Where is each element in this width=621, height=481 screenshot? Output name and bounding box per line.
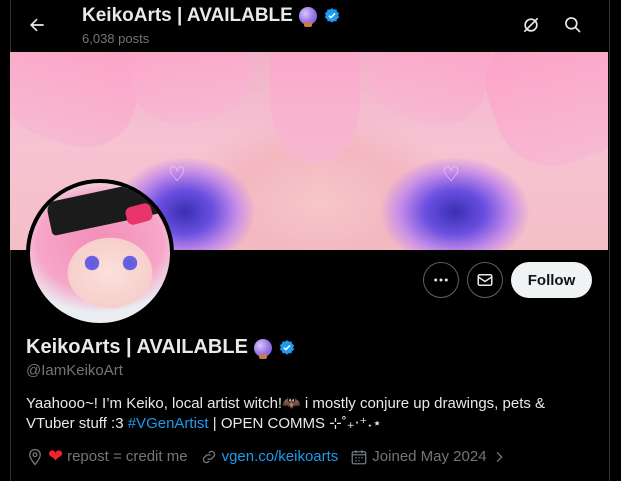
orb-icon (253, 338, 272, 359)
profile-handle: @IamKeikoArt (26, 362, 123, 379)
header-title-row: KeikoArts | AVAILABLE (82, 5, 341, 27)
right-eye-heart: ♡ (442, 164, 460, 186)
search-icon (565, 17, 581, 33)
hashtag-link[interactable]: #VGenArtist (128, 415, 209, 432)
verified-icon[interactable] (278, 339, 296, 357)
location-icon (29, 448, 41, 466)
verified-icon (324, 8, 339, 23)
search-button[interactable] (556, 8, 590, 42)
back-button[interactable] (20, 8, 54, 42)
joined-item: Joined May 2024 (350, 448, 506, 466)
bio-text: VTuber stuff :3 (26, 415, 128, 432)
more-icon (434, 278, 448, 282)
profile-name: KeikoArts | AVAILABLE (26, 336, 248, 358)
header-title: KeikoArts | AVAILABLE (82, 5, 293, 26)
profile-header-bar: KeikoArts | AVAILABLE 6,038 posts (0, 0, 621, 52)
orb-icon (298, 7, 317, 27)
mail-icon (477, 274, 493, 286)
link-icon (202, 450, 215, 463)
website-item[interactable]: vgen.co/keikoarts (200, 448, 339, 466)
profile-bio: Yaahooo~! I’m Keiko, local artist witch!… (26, 394, 586, 434)
grok-icon (523, 17, 539, 33)
follow-button[interactable]: Follow (511, 262, 592, 298)
location-text: repost = credit me (67, 448, 188, 465)
back-arrow-icon (30, 18, 44, 32)
website-link[interactable]: vgen.co/keikoarts (222, 448, 339, 465)
message-button[interactable] (467, 262, 503, 298)
chevron-right-icon[interactable] (491, 449, 507, 465)
more-button[interactable] (423, 262, 459, 298)
heart-icon: ❤ (48, 446, 64, 466)
post-count: 6,038 posts (82, 31, 150, 46)
bio-text-end: | OPEN COMMS ⊹˚₊‧⁺˖⋆ (208, 415, 382, 432)
profile-name-row: KeikoArts | AVAILABLE (26, 336, 296, 359)
profile-avatar[interactable] (26, 179, 174, 327)
bio-line-2: VTuber stuff :3 #VGenArtist | OPEN COMMS… (26, 414, 586, 434)
bio-line-1: Yaahooo~! I’m Keiko, local artist witch!… (26, 395, 546, 412)
profile-meta: ❤ repost = credit me vgen.co/keikoarts J… (26, 446, 519, 467)
left-eye-heart: ♡ (168, 164, 186, 186)
location-item: ❤ repost = credit me (26, 446, 188, 467)
grok-button[interactable] (514, 8, 548, 42)
calendar-icon (351, 449, 367, 464)
joined-date: Joined May 2024 (372, 448, 487, 465)
